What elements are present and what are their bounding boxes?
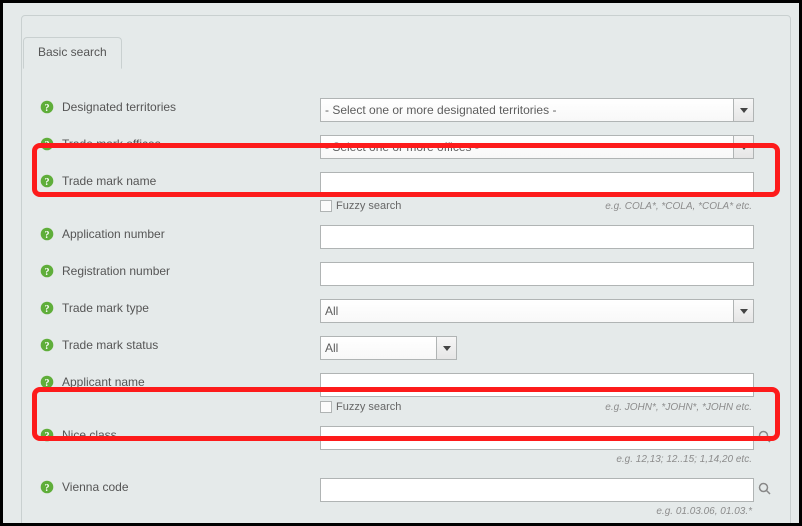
fuzzy-label: Fuzzy search: [336, 401, 401, 413]
chevron-down-icon[interactable]: [733, 136, 753, 158]
tmname-input[interactable]: [320, 172, 754, 196]
label-nice: Nice class: [62, 428, 117, 442]
tmstatus-select[interactable]: All: [320, 336, 457, 360]
svg-text:?: ?: [45, 140, 50, 151]
help-icon[interactable]: ?: [40, 375, 54, 389]
label-tmtype: Trade mark type: [62, 301, 149, 315]
hint-applicant: e.g. JOHN*, *JOHN*, *JOHN etc.: [605, 402, 752, 413]
chevron-down-icon[interactable]: [733, 99, 753, 121]
help-icon[interactable]: ?: [40, 174, 54, 188]
help-icon[interactable]: ?: [40, 338, 54, 352]
offices-value: - Select one or more offices -: [325, 140, 479, 154]
search-icon[interactable]: [758, 430, 772, 444]
svg-text:?: ?: [45, 103, 50, 114]
chevron-down-icon[interactable]: [733, 300, 753, 322]
tmtype-value: All: [325, 304, 338, 318]
svg-text:?: ?: [45, 230, 50, 241]
vienna-input[interactable]: [320, 478, 754, 502]
svg-text:?: ?: [45, 267, 50, 278]
label-regnum: Registration number: [62, 264, 170, 278]
help-icon[interactable]: ?: [40, 428, 54, 442]
offices-select[interactable]: - Select one or more offices -: [320, 135, 754, 159]
applicant-input[interactable]: [320, 373, 754, 397]
label-tmstatus: Trade mark status: [62, 338, 158, 352]
help-icon[interactable]: ?: [40, 480, 54, 494]
fuzzy-checkbox-applicant[interactable]: [320, 401, 332, 413]
help-icon[interactable]: ?: [40, 301, 54, 315]
nice-input[interactable]: [320, 426, 754, 450]
svg-text:?: ?: [45, 378, 50, 389]
search-icon[interactable]: [758, 482, 772, 496]
tmstatus-value: All: [325, 341, 338, 355]
help-icon[interactable]: ?: [40, 100, 54, 114]
fuzzy-label: Fuzzy search: [336, 200, 401, 212]
hint-nice: e.g. 12,13; 12..15; 1,14,20 etc.: [616, 454, 752, 465]
svg-text:?: ?: [45, 177, 50, 188]
label-appnum: Application number: [62, 227, 165, 241]
regnum-input[interactable]: [320, 262, 754, 286]
territories-select[interactable]: - Select one or more designated territor…: [320, 98, 754, 122]
label-tmname: Trade mark name: [62, 174, 156, 188]
label-applicant: Applicant name: [62, 375, 145, 389]
svg-text:?: ?: [45, 341, 50, 352]
territories-value: - Select one or more designated territor…: [325, 103, 556, 117]
label-vienna: Vienna code: [62, 480, 129, 494]
label-offices: Trade mark offices: [62, 137, 161, 151]
svg-text:?: ?: [45, 483, 50, 494]
help-icon[interactable]: ?: [40, 227, 54, 241]
svg-text:?: ?: [45, 304, 50, 315]
tmtype-select[interactable]: All: [320, 299, 754, 323]
hint-tmname: e.g. COLA*, *COLA, *COLA* etc.: [605, 201, 752, 212]
chevron-down-icon[interactable]: [436, 337, 456, 359]
help-icon[interactable]: ?: [40, 137, 54, 151]
fuzzy-checkbox-tmname[interactable]: [320, 200, 332, 212]
appnum-input[interactable]: [320, 225, 754, 249]
svg-text:?: ?: [45, 431, 50, 442]
label-territories: Designated territories: [62, 100, 176, 114]
help-icon[interactable]: ?: [40, 264, 54, 278]
hint-vienna: e.g. 01.03.06, 01.03.*: [656, 506, 752, 517]
tab-basic-search[interactable]: Basic search: [23, 37, 122, 69]
